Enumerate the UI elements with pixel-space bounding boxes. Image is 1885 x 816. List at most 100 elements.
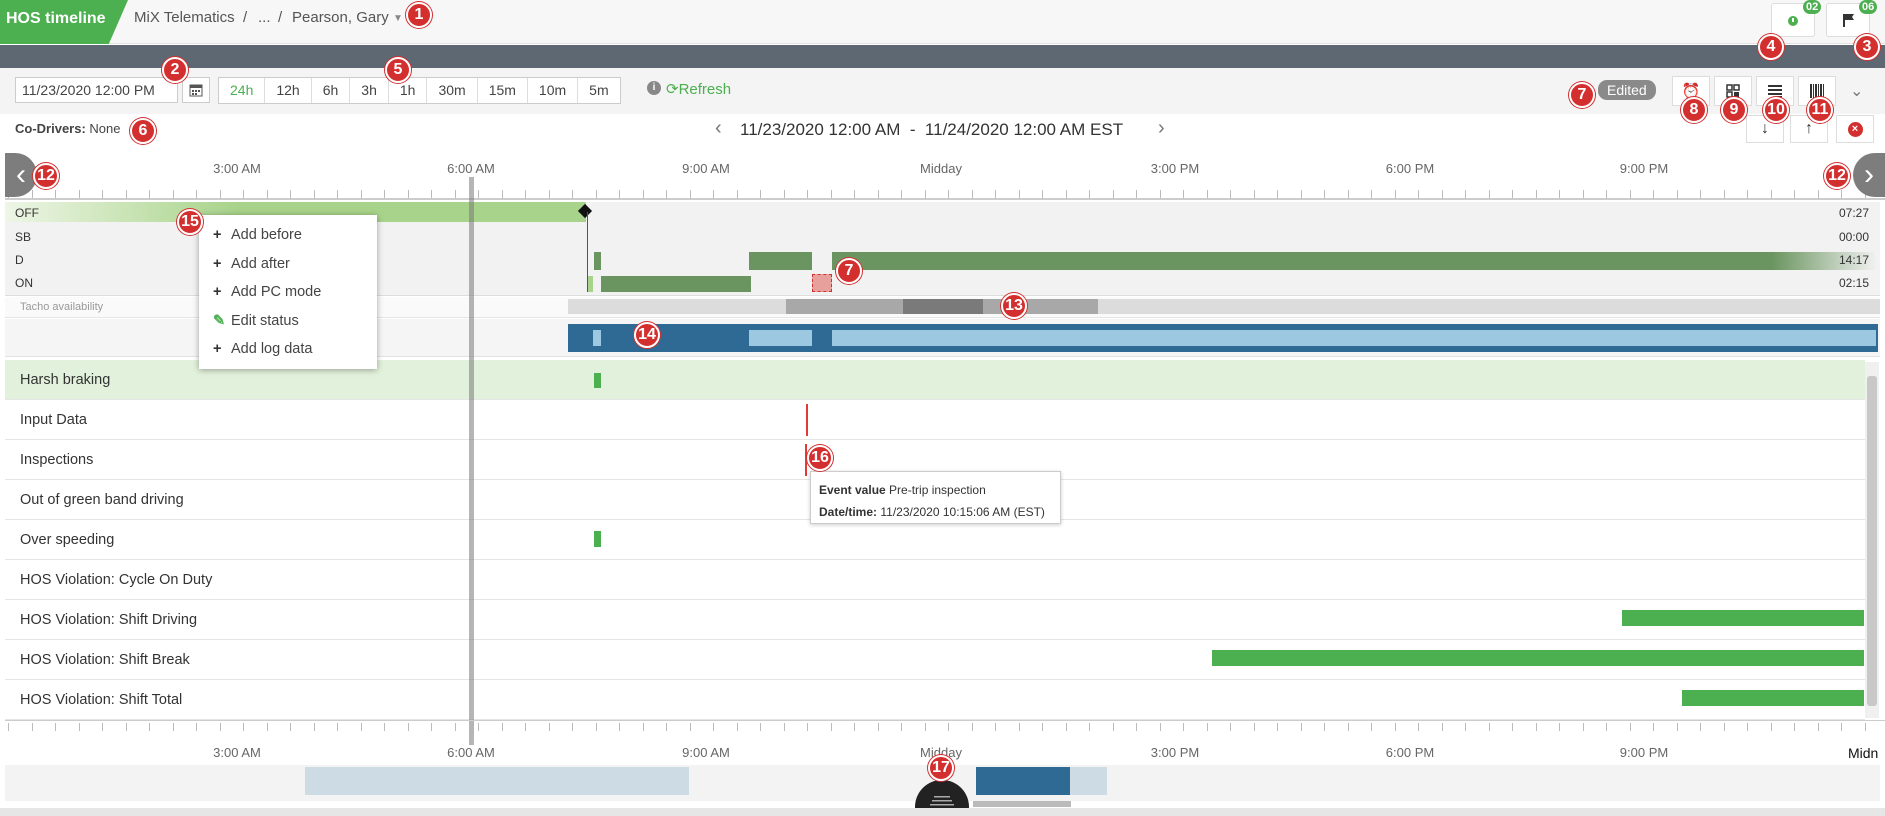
harsh-braking-event[interactable] [594,373,601,388]
zoom-5m[interactable]: 5m [578,78,619,103]
axis-tick [1771,723,1772,731]
axis-tick [1653,723,1654,731]
alarm-icon [1788,16,1798,26]
axis-tick [1136,190,1137,198]
axis-tick [1794,190,1795,198]
event-row-cycle-on-duty[interactable]: HOS Violation: Cycle On Duty [5,560,1865,600]
breadcrumb-driver[interactable]: Pearson, Gary [292,9,389,26]
annotation-marker: 17 [928,755,954,781]
driving-segment[interactable] [832,252,1877,270]
arrow-down-icon: ↓ [1761,120,1769,137]
axis-tick [196,190,197,198]
time-cursor[interactable] [469,177,474,745]
axis-tick [1606,723,1607,731]
chevron-down-icon[interactable]: ▼ [393,13,403,24]
tooltip-event-value: Pre-trip inspection [889,483,986,497]
axis-tick [1747,190,1748,198]
axis-tick [643,723,644,731]
scrollbar-thumb[interactable] [1867,376,1877,706]
axis-tick [455,190,456,198]
axis-tick [1700,723,1701,731]
axis-tick [925,190,926,198]
zoom-15m[interactable]: 15m [478,78,528,103]
tooltip-event-label: Event value [819,483,886,497]
axis-tick [1489,190,1490,198]
menu-add-log-data[interactable]: + Add log data [213,341,312,357]
axis-tick [267,190,268,198]
zoom-24h[interactable]: 24h [219,78,266,103]
info-icon[interactable]: i [647,81,661,95]
axis-tick [643,190,644,198]
next-day-arrow-icon[interactable]: › [1158,117,1165,140]
on-duty-segment[interactable] [601,276,751,292]
refresh-button[interactable]: ⟳Refresh [666,80,731,98]
status-total-sb: 00:00 [1839,230,1870,244]
zoom-12h[interactable]: 12h [265,78,312,103]
axis-tick [596,723,597,731]
collapse-chevron-icon[interactable]: ⌄ [1850,81,1863,101]
overview-scrollbar[interactable] [973,801,1071,807]
axis-tick [1324,190,1325,198]
axis-tick [1489,723,1490,731]
overview-range[interactable] [976,767,1070,795]
axis-tick [760,723,761,731]
tacho-availability-label: Tacho availability [20,301,104,313]
shift-break-violation[interactable] [1212,650,1864,666]
prev-day-arrow-icon[interactable]: ‹ [715,117,722,140]
axis-tick [32,723,33,731]
event-row-input-data[interactable]: Input Data [5,400,1865,440]
date-input[interactable]: 11/23/2020 12:00 PM [15,77,178,103]
menu-edit-status[interactable]: ✎ Edit status [213,313,299,329]
driving-segment[interactable] [594,252,601,270]
event-row-over-speeding[interactable]: Over speeding [5,520,1865,560]
axis-tick [1277,190,1278,198]
menu-add-pc-mode[interactable]: + Add PC mode [213,284,321,300]
menu-add-after[interactable]: + Add after [213,256,290,272]
hos-timeline-tab[interactable]: HOS timeline [0,0,128,44]
on-duty-segment[interactable] [588,276,593,292]
event-row-shift-total[interactable]: HOS Violation: Shift Total [5,680,1865,720]
shift-driving-violation[interactable] [1622,610,1864,626]
axis-tick [1324,723,1325,731]
axis-tick [1160,723,1161,731]
input-data-event[interactable] [806,404,808,436]
zoom-3h[interactable]: 3h [350,78,389,103]
driving-segment[interactable] [749,252,812,270]
zoom-6h[interactable]: 6h [312,78,351,103]
axis-tick [1442,723,1443,731]
overview-range[interactable] [305,767,689,795]
axis-tick [102,723,103,731]
annotation-marker: 9 [1721,97,1747,123]
axis-tick [713,190,714,198]
axis-tick [502,723,503,731]
axis-tick [972,190,973,198]
zoom-10m[interactable]: 10m [528,78,579,103]
over-speeding-event[interactable] [594,531,601,547]
menu-add-before[interactable]: + Add before [213,227,302,243]
axis-tick [408,190,409,198]
breadcrumb-org[interactable]: MiX Telematics [134,9,235,26]
axis-tick [1841,723,1842,731]
axis-tick [8,723,9,731]
axis-tick [1818,723,1819,731]
annotation-marker: 3 [1854,34,1880,60]
annotation-marker: 10 [1763,97,1789,123]
axis-tick [431,723,432,731]
axis-tick [1301,723,1302,731]
zoom-selector: 24h 12h 6h 3h 1h 30m 15m 10m 5m [218,77,621,104]
edited-segment[interactable] [812,274,832,292]
zoom-30m[interactable]: 30m [427,78,478,103]
shift-total-violation[interactable] [1682,690,1864,706]
axis-tick [1700,190,1701,198]
close-button[interactable]: × [1836,115,1874,143]
axis-tick [337,723,338,731]
menu-label: Add PC mode [231,284,322,300]
event-row-shift-driving[interactable]: HOS Violation: Shift Driving [5,600,1865,640]
axis-tick [337,190,338,198]
calendar-button[interactable] [182,77,210,103]
axis-tick-label: 6:00 PM [1385,745,1435,760]
chevron-right-icon: › [1864,158,1874,191]
annotation-marker: 12 [1824,163,1850,189]
overview-range[interactable] [1070,767,1107,795]
breadcrumb-ellipsis[interactable]: ... [258,9,271,26]
